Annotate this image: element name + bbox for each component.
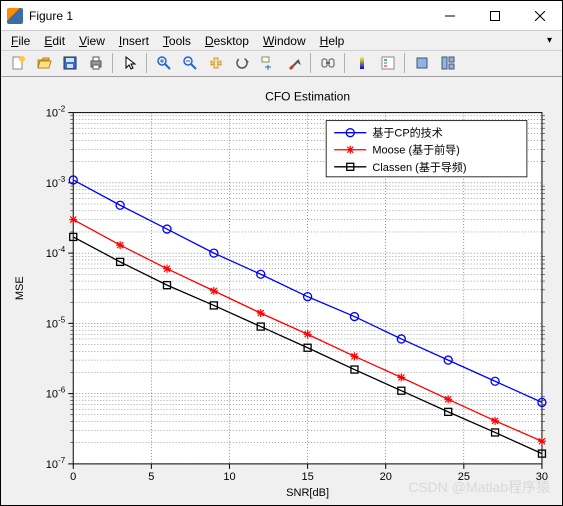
legend-button[interactable] <box>375 51 400 75</box>
menu-bar: File Edit View Insert Tools Desktop Wind… <box>1 31 562 51</box>
print-icon <box>88 55 104 71</box>
svg-text:10: 10 <box>223 470 235 482</box>
window-title: Figure 1 <box>29 9 427 23</box>
hide-tools-button[interactable] <box>409 51 434 75</box>
svg-text:Classen (基于导频): Classen (基于导频) <box>372 159 466 173</box>
data-cursor-button[interactable] <box>255 51 280 75</box>
menu-help[interactable]: Help <box>314 32 351 50</box>
svg-text:Moose (基于前导): Moose (基于前导) <box>372 142 460 156</box>
figure-window: Figure 1 File Edit View Insert Tools Des… <box>0 0 563 506</box>
hide-plot-tools-icon <box>414 55 430 71</box>
toolbar-separator <box>310 53 311 73</box>
pointer-button[interactable] <box>117 51 142 75</box>
svg-text:基于CP的技术: 基于CP的技术 <box>372 125 442 139</box>
svg-text:20: 20 <box>380 470 392 482</box>
svg-text:5: 5 <box>148 470 154 482</box>
title-bar: Figure 1 <box>1 1 562 31</box>
menu-window[interactable]: Window <box>257 32 312 50</box>
pan-icon <box>208 55 224 71</box>
menu-desktop[interactable]: Desktop <box>199 32 255 50</box>
zoom-in-icon <box>156 55 172 71</box>
legend-icon <box>380 55 396 71</box>
brush-button[interactable] <box>281 51 306 75</box>
toolbar-separator <box>146 53 147 73</box>
print-button[interactable] <box>83 51 108 75</box>
toolbar <box>1 51 562 76</box>
matlab-icon <box>7 8 23 24</box>
close-button[interactable] <box>517 1 562 30</box>
maximize-icon <box>490 11 500 21</box>
svg-text:10-3: 10-3 <box>46 174 66 189</box>
show-plot-tools-icon <box>440 55 456 71</box>
open-icon <box>36 55 52 71</box>
zoom-out-icon <box>182 55 198 71</box>
zoom-in-button[interactable] <box>151 51 176 75</box>
toolbar-separator <box>112 53 113 73</box>
maximize-button[interactable] <box>472 1 517 30</box>
menu-tools[interactable]: Tools <box>157 32 197 50</box>
close-icon <box>535 11 545 21</box>
svg-text:SNR[dB]: SNR[dB] <box>286 486 329 498</box>
open-button[interactable] <box>31 51 56 75</box>
brush-icon <box>286 55 302 71</box>
minimize-icon <box>445 11 455 21</box>
menu-file[interactable]: File <box>5 32 36 50</box>
plot-area: 10-7 10-6 10-5 10-4 10-3 10-2 0 5 10 15 20 25 30 CFO … <box>1 77 562 506</box>
svg-text:25: 25 <box>458 470 470 482</box>
pan-button[interactable] <box>203 51 228 75</box>
new-icon <box>10 55 26 71</box>
menu-view[interactable]: View <box>73 32 111 50</box>
colorbar-icon <box>354 55 370 71</box>
svg-text:0: 0 <box>70 470 76 482</box>
rotate-button[interactable] <box>229 51 254 75</box>
toolbar-separator <box>344 53 345 73</box>
show-tools-button[interactable] <box>435 51 460 75</box>
pointer-icon <box>122 55 138 71</box>
svg-text:10-7: 10-7 <box>46 455 66 470</box>
menu-insert[interactable]: Insert <box>113 32 155 50</box>
colorbar-button[interactable] <box>349 51 374 75</box>
svg-text:10-4: 10-4 <box>46 245 66 260</box>
svg-text:30: 30 <box>536 470 548 482</box>
svg-text:10-2: 10-2 <box>46 104 66 119</box>
svg-text:MSE: MSE <box>14 276 26 300</box>
save-icon <box>62 55 78 71</box>
rotate-icon <box>234 55 250 71</box>
save-button[interactable] <box>57 51 82 75</box>
menu-edit[interactable]: Edit <box>38 32 71 50</box>
minimize-button[interactable] <box>427 1 472 30</box>
link-button[interactable] <box>315 51 340 75</box>
new-figure-button[interactable] <box>5 51 30 75</box>
svg-text:10-5: 10-5 <box>46 315 66 330</box>
link-icon <box>320 55 336 71</box>
svg-text:CFO Estimation: CFO Estimation <box>265 89 350 103</box>
zoom-out-button[interactable] <box>177 51 202 75</box>
svg-text:15: 15 <box>301 470 313 482</box>
menu-overflow[interactable]: ▾ <box>541 35 558 46</box>
data-cursor-icon <box>260 55 276 71</box>
svg-text:10-6: 10-6 <box>46 385 66 400</box>
toolbar-separator <box>404 53 405 73</box>
chart-canvas[interactable]: 10-7 10-6 10-5 10-4 10-3 10-2 0 5 10 15 20 25 30 CFO … <box>5 81 558 502</box>
